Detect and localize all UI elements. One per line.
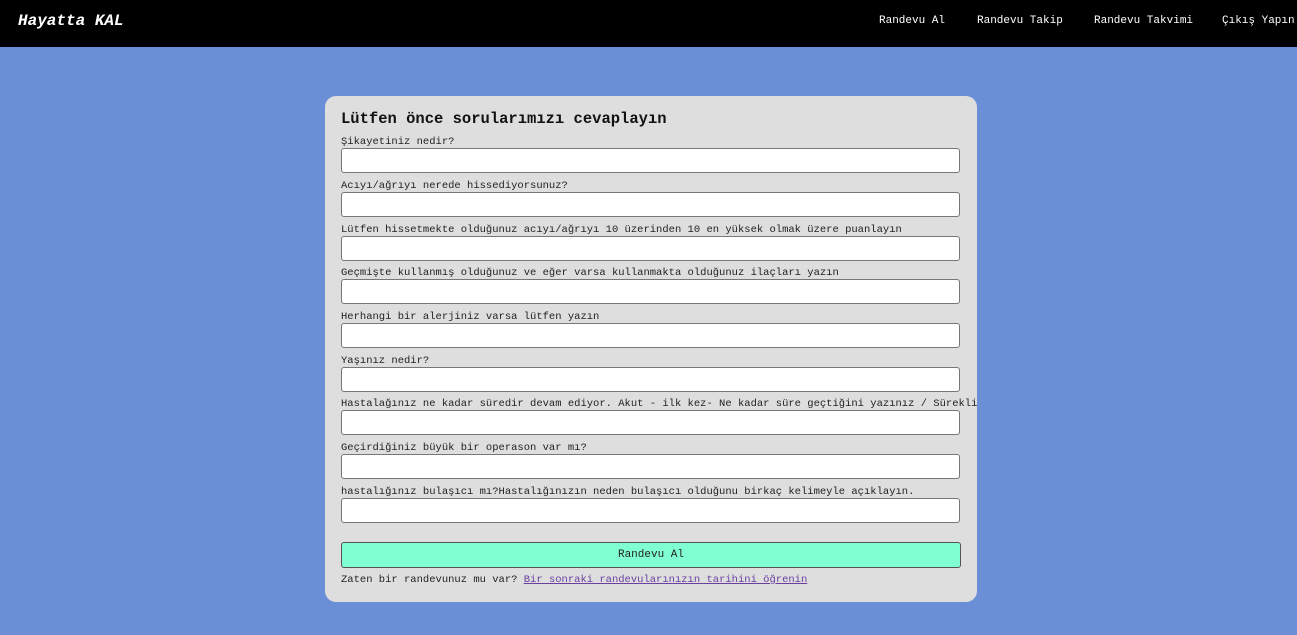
question-label-pain-score: Lütfen hissetmekte olduğunuz acıyı/ağrıy… xyxy=(341,224,902,236)
question-label-allergies: Herhangi bir alerjiniz varsa lütfen yazı… xyxy=(341,311,600,323)
existing-appointment-line: Zaten bir randevunuz mu var? Bir sonraki… xyxy=(341,574,807,586)
pain-location-input[interactable] xyxy=(341,192,960,217)
question-label-age: Yaşınız nedir? xyxy=(341,355,430,367)
allergies-input[interactable] xyxy=(341,323,960,348)
question-label-operation: Geçirdiğiniz büyük bir operason var mı? xyxy=(341,442,587,454)
top-navbar: Hayatta KAL Randevu Al Randevu Takip Ran… xyxy=(0,0,1297,47)
duration-input[interactable] xyxy=(341,410,960,435)
question-label-pain-location: Acıyı/ağrıyı nerede hissediyorsunuz? xyxy=(341,180,568,192)
existing-appointment-text: Zaten bir randevunuz mu var? xyxy=(341,574,524,586)
question-label-complaint: Şikayetiniz nedir? xyxy=(341,136,455,148)
submit-button[interactable]: Randevu Al xyxy=(341,542,961,568)
question-label-medications: Geçmişte kullanmış olduğunuz ve eğer var… xyxy=(341,267,839,279)
form-title: Lütfen önce sorularımızı cevaplayın xyxy=(341,110,667,128)
nav-randevu-takip[interactable]: Randevu Takip xyxy=(977,15,1063,27)
contagious-input[interactable] xyxy=(341,498,960,523)
nav-randevu-al[interactable]: Randevu Al xyxy=(879,15,945,27)
next-appointments-link[interactable]: Bir sonraki randevularınızın tarihini öğ… xyxy=(524,574,808,586)
medications-input[interactable] xyxy=(341,279,960,304)
brand-logo[interactable]: Hayatta KAL xyxy=(18,12,124,30)
nav-randevu-takvimi[interactable]: Randevu Takvimi xyxy=(1094,15,1193,27)
operation-input[interactable] xyxy=(341,454,960,479)
complaint-input[interactable] xyxy=(341,148,960,173)
nav-logout[interactable]: Çıkış Yapın xyxy=(1222,15,1295,27)
pain-score-input[interactable] xyxy=(341,236,960,261)
question-label-contagious: hastalığınız bulaşıcı mı?Hastalığınızın … xyxy=(341,486,915,498)
question-label-duration: Hastalağınız ne kadar süredir devam ediy… xyxy=(341,398,978,410)
questionnaire-card: Lütfen önce sorularımızı cevaplayın Şika… xyxy=(325,96,977,602)
age-input[interactable] xyxy=(341,367,960,392)
